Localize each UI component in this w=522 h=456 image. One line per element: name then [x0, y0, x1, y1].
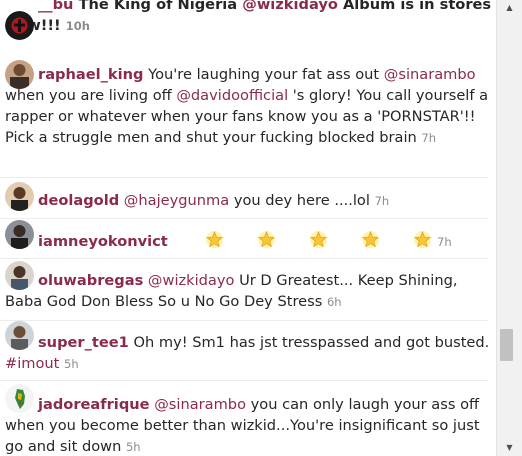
- scroll-up-arrow-icon[interactable]: ▲: [497, 0, 522, 16]
- mention-link[interactable]: @sinarambo: [154, 396, 246, 413]
- comment-text: oluwabregas @wizkidayo Ur D Greatest... …: [5, 270, 493, 313]
- avatar[interactable]: [5, 60, 34, 89]
- divider: [0, 258, 488, 259]
- glowing-star-icon: [380, 230, 432, 255]
- glowing-star-icon: [224, 230, 276, 255]
- glowing-star-icon: [328, 230, 380, 255]
- mention-link[interactable]: @sinarambo: [384, 66, 476, 83]
- comment-text: __bu The King of Nigeria @wizkidayo Albu…: [5, 0, 493, 37]
- avatar[interactable]: [5, 11, 34, 40]
- avatar[interactable]: [5, 182, 34, 211]
- comment-item: oluwabregas @wizkidayo Ur D Greatest... …: [5, 261, 493, 313]
- glowing-star-icon: [276, 230, 328, 255]
- comment-item: jadoreafrique @sinarambo you can only la…: [5, 384, 493, 456]
- comment-item: deolagold @hajeygunma you dey here ....l…: [5, 182, 493, 212]
- username-link[interactable]: deolagold: [38, 192, 119, 209]
- comment-item: __bu The King of Nigeria @wizkidayo Albu…: [5, 0, 493, 40]
- timestamp[interactable]: 6h: [327, 295, 342, 309]
- comment-item: raphael_king You're laughing your fat as…: [5, 60, 493, 149]
- timestamp[interactable]: 5h: [126, 440, 141, 454]
- comment-text: jadoreafrique @sinarambo you can only la…: [5, 394, 493, 456]
- comment-text-fragment: when you are living off: [5, 87, 177, 104]
- comment-text: iamneyokonvict 7h: [5, 230, 493, 255]
- comment-item: iamneyokonvict 7h: [5, 220, 493, 255]
- username-link[interactable]: raphael_king: [38, 66, 143, 83]
- timestamp[interactable]: 7h: [437, 235, 452, 249]
- comment-text-fragment: Oh my! Sm1 has jst tresspassed and got b…: [128, 334, 490, 351]
- divider: [0, 177, 488, 178]
- comment-text-fragment: The King of Nigeria: [73, 0, 243, 13]
- avatar[interactable]: [5, 321, 34, 350]
- glowing-star-icon: [172, 230, 224, 255]
- comment-feed[interactable]: __bu The King of Nigeria @wizkidayo Albu…: [0, 0, 496, 456]
- username-link[interactable]: iamneyokonvict: [38, 233, 168, 250]
- comment-text-fragment: you dey here ....lol: [229, 192, 370, 209]
- comment-item: super_tee1 Oh my! Sm1 has jst tresspasse…: [5, 321, 493, 375]
- username-link[interactable]: super_tee1: [38, 334, 129, 351]
- avatar[interactable]: [5, 220, 34, 249]
- scrollbar[interactable]: ▲ ▼: [496, 0, 522, 456]
- mention-link[interactable]: @wizkidayo: [148, 272, 235, 289]
- avatar[interactable]: [5, 384, 34, 413]
- timestamp[interactable]: 7h: [375, 194, 390, 208]
- username-link[interactable]: jadoreafrique: [38, 396, 150, 413]
- scrollbar-thumb[interactable]: [500, 329, 513, 361]
- comment-text-fragment: You're laughing your fat ass out: [143, 66, 384, 83]
- divider: [0, 218, 488, 219]
- timestamp[interactable]: 5h: [64, 357, 79, 371]
- divider: [0, 320, 488, 321]
- hashtag-link[interactable]: #imout: [5, 355, 59, 372]
- avatar[interactable]: [5, 261, 34, 290]
- scroll-down-arrow-icon[interactable]: ▼: [497, 440, 522, 456]
- mention-link[interactable]: @wizkidayo: [242, 0, 338, 13]
- timestamp[interactable]: 7h: [421, 131, 436, 145]
- comment-text: deolagold @hajeygunma you dey here ....l…: [5, 190, 493, 212]
- comment-text: super_tee1 Oh my! Sm1 has jst tresspasse…: [5, 332, 493, 375]
- comment-text: raphael_king You're laughing your fat as…: [5, 64, 493, 149]
- mention-link[interactable]: @hajeygunma: [124, 192, 229, 209]
- username-link[interactable]: oluwabregas: [38, 272, 143, 289]
- timestamp[interactable]: 10h: [66, 19, 90, 33]
- divider: [0, 380, 488, 381]
- username-link[interactable]: __bu: [38, 0, 73, 13]
- mention-link[interactable]: @davidoofficial: [176, 87, 288, 104]
